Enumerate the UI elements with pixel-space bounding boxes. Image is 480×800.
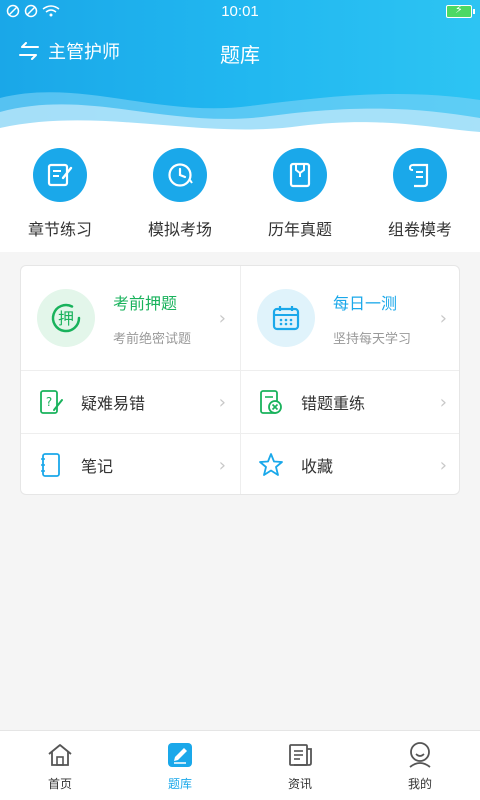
chevron-right-icon: › <box>439 307 447 329</box>
question-bank-icon <box>166 741 194 769</box>
notes-item[interactable]: 笔记 › <box>21 434 240 494</box>
chevron-right-icon: › <box>218 454 226 476</box>
predict-badge-icon: 押 <box>37 289 95 347</box>
tab-question-bank[interactable]: 题库 <box>120 731 240 800</box>
chevron-right-icon: › <box>218 307 226 329</box>
tab-profile[interactable]: 我的 <box>360 731 480 800</box>
quick-item-mock-exam[interactable]: 模拟考场 <box>120 140 240 252</box>
tab-label: 首页 <box>47 777 72 791</box>
star-icon <box>259 453 283 476</box>
chevron-right-icon: › <box>439 391 447 413</box>
tab-label: 资讯 <box>287 777 312 791</box>
battery-icon: ⚡ <box>446 3 475 18</box>
header: 10:01 ⚡ 主管护师 题库 <box>0 0 480 140</box>
difficult-label: 疑难易错 <box>81 394 146 413</box>
notes-label: 笔记 <box>81 457 114 476</box>
predict-subtitle: 考前绝密试题 <box>113 331 192 347</box>
predict-questions-item[interactable]: 押 考前押题 考前绝密试题 › <box>21 266 240 370</box>
predict-title: 考前押题 <box>113 293 178 313</box>
calendar-icon <box>257 289 315 347</box>
wrong-questions-retry-item[interactable]: 错题重练 › <box>241 371 459 433</box>
svg-text:?: ? <box>46 395 52 409</box>
quick-item-chapter-practice[interactable]: 章节练习 <box>0 140 120 252</box>
news-icon <box>286 741 314 769</box>
quick-label: 章节练习 <box>27 220 92 239</box>
home-icon <box>46 741 74 769</box>
tab-news[interactable]: 资讯 <box>240 731 360 800</box>
page-title: 题库 <box>220 43 260 67</box>
quick-item-compose-exam[interactable]: 组卷模考 <box>360 140 480 252</box>
tab-home[interactable]: 首页 <box>0 731 120 800</box>
favorites-item[interactable]: 收藏 › <box>241 434 459 494</box>
status-bar: 10:01 ⚡ <box>0 0 480 24</box>
tab-label: 我的 <box>407 777 432 791</box>
wrong-doc-icon <box>260 390 282 414</box>
user-icon <box>406 741 434 769</box>
quick-item-past-papers[interactable]: 历年真题 <box>240 140 360 252</box>
tab-label: 题库 <box>167 777 192 791</box>
difficult-questions-item[interactable]: ? 疑难易错 › <box>21 371 240 433</box>
status-time: 10:01 <box>221 3 259 20</box>
scroll-icon <box>393 148 447 202</box>
nav-bar: 主管护师 题库 <box>0 30 480 74</box>
favorites-label: 收藏 <box>301 457 334 476</box>
quick-menu: 章节练习 模拟考场 历年真题 组卷模考 <box>0 140 480 252</box>
daily-title: 每日一测 <box>333 293 398 313</box>
chevron-right-icon: › <box>439 454 447 476</box>
daily-subtitle: 坚持每天学习 <box>333 331 412 347</box>
question-edit-icon: ? <box>40 390 63 414</box>
clock-icon <box>153 148 207 202</box>
chevron-right-icon: › <box>218 391 226 413</box>
feature-card: 押 考前押题 考前绝密试题 › 每日一测 坚持每天学习 › ? 疑难易错 › 错… <box>20 265 460 495</box>
wrong-retry-label: 错题重练 <box>301 394 366 413</box>
bottom-tab-bar: 首页 题库 资讯 我的 <box>0 730 480 800</box>
edit-note-icon <box>33 148 87 202</box>
daily-test-item[interactable]: 每日一测 坚持每天学习 › <box>241 266 459 370</box>
quick-label: 组卷模考 <box>387 220 452 239</box>
quick-label: 模拟考场 <box>147 220 212 239</box>
quick-label: 历年真题 <box>267 220 332 239</box>
wave-decoration <box>0 92 480 140</box>
document-folder-icon <box>273 148 327 202</box>
notebook-icon <box>41 453 60 477</box>
predict-badge-text: 押 <box>58 309 74 328</box>
